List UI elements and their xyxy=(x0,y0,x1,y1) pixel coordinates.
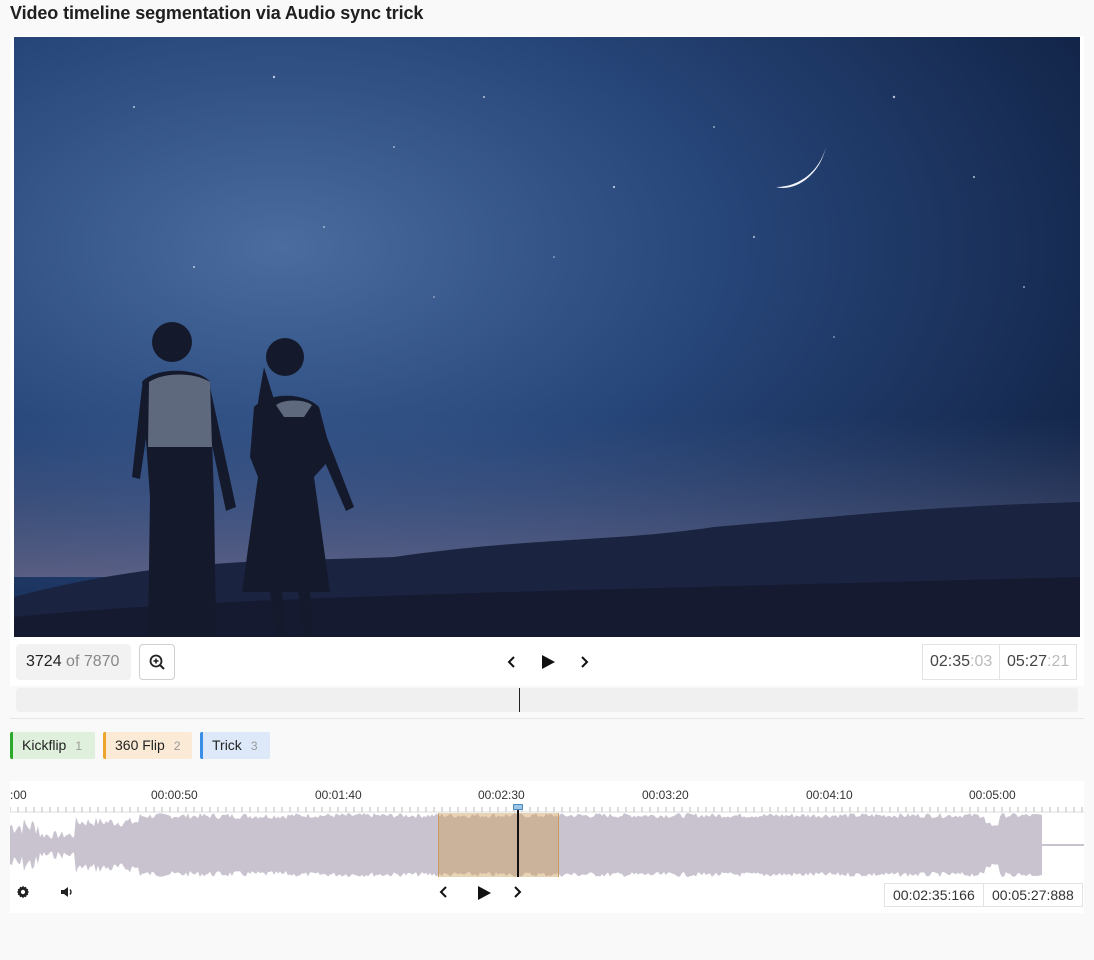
chevron-right-icon xyxy=(581,656,589,668)
label-name: Kickflip xyxy=(22,737,67,753)
gear-icon xyxy=(16,885,30,899)
play-button[interactable] xyxy=(536,650,560,674)
page-title: Video timeline segmentation via Audio sy… xyxy=(10,3,424,23)
label-kickflip[interactable]: Kickflip 1 xyxy=(10,732,95,759)
timeline-playhead xyxy=(517,807,519,877)
playhead-handle[interactable] xyxy=(513,804,523,810)
current-time-main: 02:35 xyxy=(930,653,971,670)
settings-button[interactable] xyxy=(16,885,40,909)
chevron-right-icon xyxy=(514,886,522,898)
label-hotkey: 3 xyxy=(250,739,258,753)
frame-total: of 7870 xyxy=(66,653,120,670)
label-hotkey: 2 xyxy=(173,739,181,753)
zoom-button[interactable] xyxy=(139,644,175,680)
volume-icon xyxy=(61,887,72,897)
play-icon xyxy=(478,886,491,900)
video-progress-bar[interactable] xyxy=(16,688,1078,712)
total-time-main: 05:27 xyxy=(1007,653,1048,670)
video-scene-image xyxy=(14,37,1080,637)
audio-prev-button[interactable] xyxy=(438,885,462,909)
chevron-left-icon xyxy=(507,656,515,668)
label-name: 360 Flip xyxy=(115,737,165,753)
total-time-ms: :21 xyxy=(1047,653,1070,670)
label-trick[interactable]: Trick 3 xyxy=(200,732,270,759)
zoom-in-icon xyxy=(149,654,165,670)
divider xyxy=(10,718,1084,719)
label-hotkey: 1 xyxy=(75,739,83,753)
current-time-display: 02:35:03 xyxy=(922,644,1001,680)
volume-button[interactable] xyxy=(60,885,84,909)
prev-frame-button[interactable] xyxy=(500,650,524,674)
player-controls: 3724 of 7870 02:35:03 05:27:21 xyxy=(10,638,1084,686)
video-container xyxy=(10,36,1084,638)
progress-playhead[interactable] xyxy=(519,688,520,712)
audio-timeline: :00 00:00:50 00:01:40 00:02:30 00:03:20 … xyxy=(10,781,1084,913)
frame-current: 3724 xyxy=(26,653,62,670)
total-time-display: 05:27:21 xyxy=(999,644,1078,680)
label-360-flip[interactable]: 360 Flip 2 xyxy=(103,732,192,759)
label-name: Trick xyxy=(212,737,242,753)
audio-next-button[interactable] xyxy=(511,885,535,909)
frame-counter: 3724 of 7870 xyxy=(16,644,131,680)
next-frame-button[interactable] xyxy=(572,650,596,674)
current-time-ms: :03 xyxy=(970,653,993,670)
audio-current-time: 00:02:35:166 xyxy=(884,883,984,907)
chevron-left-icon xyxy=(439,886,447,898)
audio-controls: 00:02:35:166 00:05:27:888 xyxy=(10,879,1084,913)
video-frame[interactable] xyxy=(14,37,1080,637)
audio-play-button[interactable] xyxy=(476,885,500,909)
play-icon xyxy=(542,655,555,669)
audio-total-time: 00:05:27:888 xyxy=(983,883,1083,907)
segment-region-360-flip[interactable] xyxy=(438,813,559,877)
